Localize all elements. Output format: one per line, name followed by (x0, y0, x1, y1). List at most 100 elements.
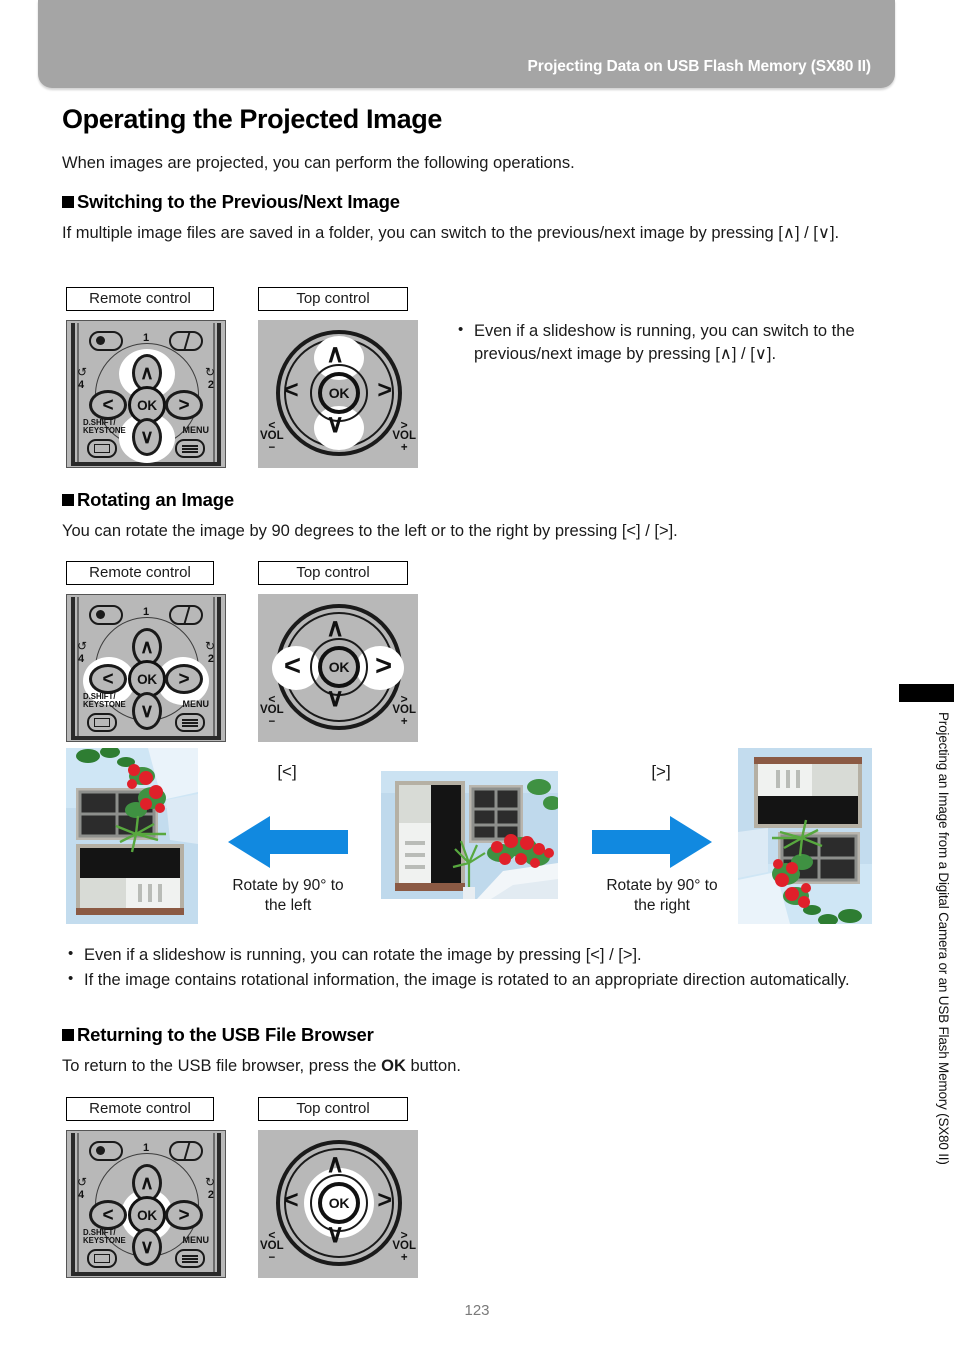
photo-rotated-left-art (66, 748, 198, 924)
remote-dshift-label: D.SHIFT/ KEYSTONE (83, 418, 126, 435)
photo-rotated-right (738, 748, 872, 924)
remote-edge-left-2 (71, 597, 75, 739)
remote-right-button-2[interactable]: > (165, 664, 203, 694)
vol-up-sign-2: + (400, 715, 408, 728)
remote-right-arrow: > (165, 390, 203, 420)
photo-original (381, 771, 558, 899)
vol-up-label: VOL (392, 430, 416, 442)
remote-dshift-line2-3: KEYSTONE (83, 1235, 126, 1245)
rotate-right-caption-line2: the right (633, 897, 690, 915)
top-control-vol-up-1: > VOL + (392, 419, 416, 454)
header-title: Projecting Data on USB Flash Memory (SX8… (527, 58, 872, 75)
square-bullet-icon-2 (62, 494, 74, 506)
top-control-ok-button-2[interactable]: OK (318, 646, 360, 688)
top-control-diagram-2: OK ∧ ∨ < > < VOL − > VOL + (258, 594, 418, 742)
top-control-diagram-3: OK ∧ ∨ < > < VOL − > VOL + (258, 1130, 418, 1278)
remote-left-button-3[interactable]: < (89, 1200, 127, 1230)
remote-right-button-3[interactable]: > (165, 1200, 203, 1230)
section-body-switching: If multiple image files are saved in a f… (62, 224, 840, 243)
top-control-vol-down-3: < VOL − (260, 1229, 284, 1264)
top-control-left-button-1[interactable]: < (284, 378, 299, 403)
photo-original-art (381, 771, 558, 899)
remote-num-2-2: 2 (207, 653, 214, 665)
remote-down-button-1[interactable]: ∨ (132, 418, 162, 456)
page-title: Operating the Projected Image (62, 104, 442, 134)
vol-down-label: VOL (260, 430, 284, 442)
remote-edge-left-inner-2 (77, 597, 79, 739)
remote-menu-button-2[interactable] (175, 713, 205, 732)
note-item-switching: Even if a slideshow is running, you can … (452, 319, 872, 367)
remote-left-button-1[interactable]: < (89, 390, 127, 420)
top-control-vol-down-1: < VOL − (260, 419, 284, 454)
remote-down-button-3[interactable]: ∨ (132, 1228, 162, 1266)
top-control-ok-button-3[interactable]: OK (318, 1182, 360, 1224)
vol-up-label-2: VOL (392, 704, 416, 716)
top-control-down-button-1[interactable]: ∨ (326, 412, 344, 437)
page-content: Operating the Projected Image When image… (62, 104, 872, 251)
top-control-ok-button-1[interactable]: OK (318, 372, 360, 414)
vol-down-sign: − (268, 441, 276, 454)
side-tab-label: Projecting an Image from a Digital Camer… (936, 712, 951, 1165)
section-body-rotating: You can rotate the image by 90 degrees t… (62, 522, 678, 540)
section-heading-rotating: Rotating an Image (62, 489, 872, 511)
remote-down-arrow-3: ∨ (132, 1228, 162, 1266)
top-control-vol-down-2: < VOL − (260, 693, 284, 728)
remote-num-2: 2 (207, 379, 214, 391)
rotate-cw-icon: ↻ (204, 365, 215, 379)
rotate-right-caption: Rotate by 90° to the right (580, 876, 744, 916)
remote-menu-button-3[interactable] (175, 1249, 205, 1268)
remote-num-1-3: 1 (143, 1142, 150, 1154)
remote-menu-label-2: MENU (182, 698, 210, 709)
remote-edge-left-inner-3 (77, 1133, 79, 1275)
remote-edge-right (217, 323, 221, 465)
rotate-left-caption: Rotate by 90° to the left (206, 876, 370, 916)
section-heading-switching-label: Switching to the Previous/Next Image (77, 191, 400, 213)
photo-rotated-left (66, 748, 198, 924)
remote-input-icon (169, 331, 203, 351)
remote-bottom-edge-3 (71, 1272, 221, 1276)
arrow-left-icon (228, 816, 348, 868)
section-body-returning: To return to the USB file browser, press… (62, 1055, 872, 1078)
remote-dshift-button-2[interactable] (87, 713, 117, 732)
top-control-right-button-3[interactable]: > (377, 1188, 392, 1213)
top-control-left-button-2[interactable]: < (284, 652, 301, 681)
remote-bottom-edge-2 (71, 736, 221, 740)
remote-right-button-1[interactable]: > (165, 390, 203, 420)
top-control-down-button-2[interactable]: ∨ (326, 686, 344, 711)
top-control-right-button-1[interactable]: > (377, 378, 392, 403)
label-remote-control-1: Remote control (66, 287, 214, 311)
remote-control-diagram-2: 1 2 3 4 ↺ ↻ ∧ OK < > ∨ D.SHIFT/ KEY (66, 594, 226, 742)
top-control-up-button-1[interactable]: ∧ (326, 342, 344, 367)
vol-down-sign-2: − (268, 715, 276, 728)
vol-down-label-2: VOL (260, 704, 284, 716)
label-top-control-2: Top control (258, 561, 408, 585)
top-control-up-button-2[interactable]: ∧ (326, 616, 344, 641)
remote-dshift-icon-3 (94, 1254, 110, 1263)
remote-left-button-2[interactable]: < (89, 664, 127, 694)
section-heading-rotating-label: Rotating an Image (77, 489, 234, 510)
square-bullet-icon (62, 196, 74, 209)
top-control-left-button-3[interactable]: < (284, 1188, 299, 1213)
top-control-down-button-3[interactable]: ∨ (326, 1222, 344, 1247)
remote-dshift-button-3[interactable] (87, 1249, 117, 1268)
rotate-ccw-icon-3: ↺ (77, 1175, 88, 1189)
remote-edge-left-inner (77, 323, 79, 465)
remote-left-arrow: < (89, 390, 127, 420)
remote-dshift-button-1[interactable] (87, 439, 117, 458)
remote-dshift-icon-2 (94, 718, 110, 727)
remote-power-dot (96, 336, 105, 345)
vol-up-label-3: VOL (392, 1240, 416, 1252)
top-control-vol-up-3: > VOL + (392, 1229, 416, 1264)
remote-edge-left (71, 323, 75, 465)
remote-power-icon (89, 331, 123, 351)
bullet-list-rotating: Even if a slideshow is running, you can … (62, 943, 872, 995)
vol-down-sign-3: − (268, 1251, 276, 1264)
remote-input-icon-3 (169, 1141, 203, 1161)
section-heading-returning-label: Returning to the USB File Browser (77, 1024, 374, 1045)
top-control-up-button-3[interactable]: ∧ (326, 1152, 344, 1177)
top-control-right-button-2[interactable]: > (375, 652, 392, 681)
remote-down-button-2[interactable]: ∨ (132, 692, 162, 730)
remote-num-4-2: 4 (78, 653, 85, 665)
remote-menu-button-1[interactable] (175, 439, 205, 458)
note-list-switching: Even if a slideshow is running, you can … (452, 319, 872, 369)
